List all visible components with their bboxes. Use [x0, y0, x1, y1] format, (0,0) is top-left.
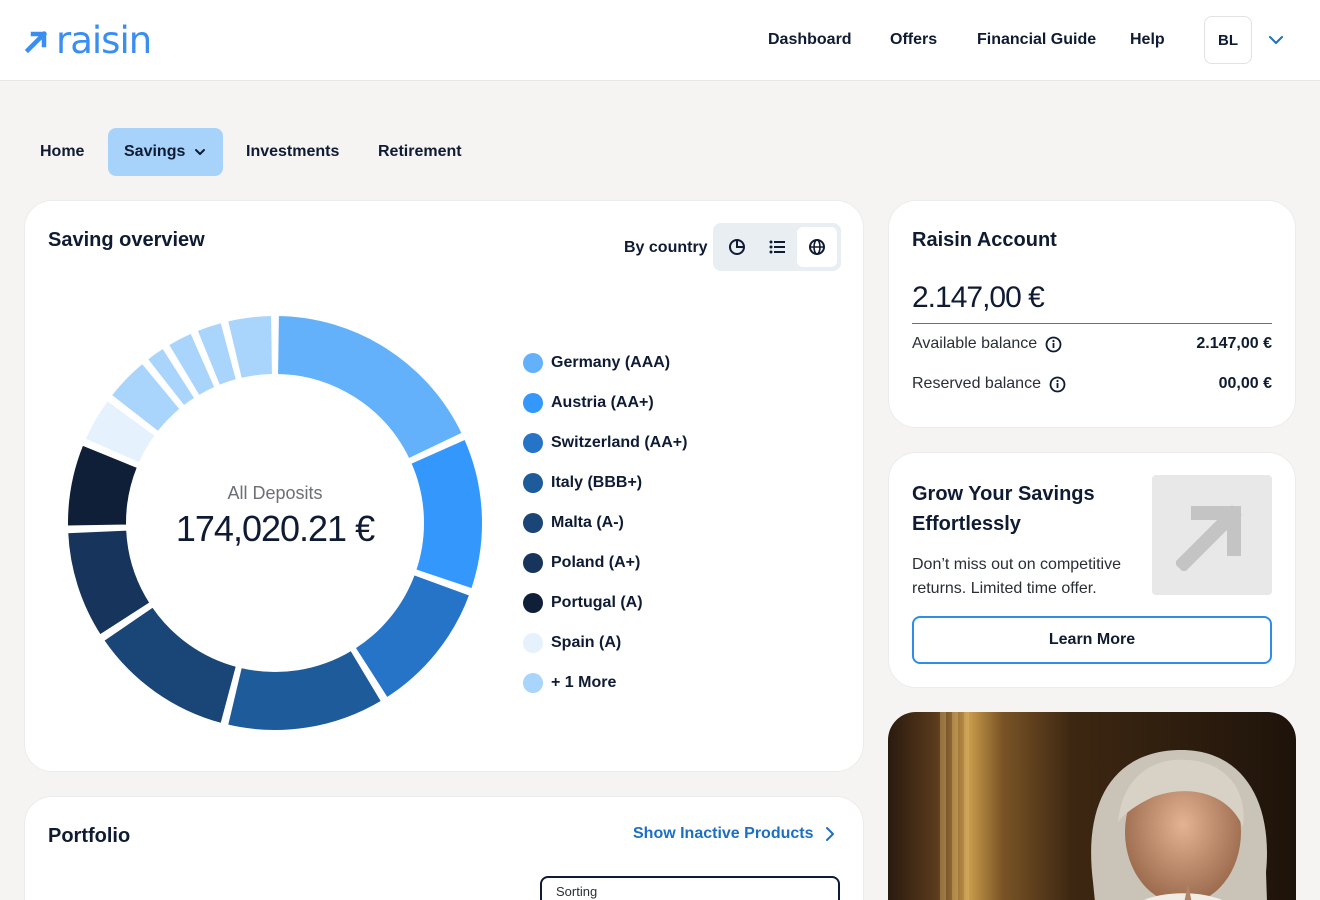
divider	[912, 323, 1272, 324]
nav-offers[interactable]: Offers	[890, 31, 937, 49]
portfolio-title: Portfolio	[48, 825, 131, 847]
promo-card: Grow Your Savings Effortlessly Don’t mis…	[888, 452, 1296, 688]
raisin-account-card: Raisin Account 2.147,00 € Available bala…	[888, 200, 1296, 428]
legend-label: Italy (BBB+)	[551, 474, 643, 491]
legend-item[interactable]: Italy (BBB+)	[523, 472, 642, 494]
legend-item[interactable]: Austria (AA+)	[523, 392, 654, 414]
learn-more-button[interactable]: Learn More	[912, 616, 1272, 664]
available-balance-label-group: Available balance	[912, 335, 1062, 353]
legend-item[interactable]: Spain (A)	[523, 632, 621, 654]
available-balance-label: Available balance	[912, 335, 1038, 352]
account-chevron-down-icon[interactable]	[1266, 30, 1286, 50]
donut-center-label: All Deposits	[227, 483, 323, 503]
reserved-balance-value: 00,00 €	[1218, 375, 1272, 392]
tab-savings-label: Savings	[124, 143, 186, 160]
legend-item[interactable]: Germany (AAA)	[523, 352, 670, 374]
raisin-logo[interactable]: raisin	[24, 19, 152, 62]
donut-segment-malta-a[interactable]	[102, 605, 238, 725]
promo-title-line-1: Grow Your Savings	[912, 483, 1095, 505]
donut-segment-austria-aa[interactable]	[409, 437, 484, 591]
woman-portrait-photo	[888, 712, 1296, 900]
raisin-arrow-icon	[24, 30, 48, 54]
legend-label: Austria (AA+)	[551, 394, 654, 411]
tab-savings[interactable]: Savings	[108, 128, 224, 176]
chevron-down-icon	[195, 149, 206, 155]
show-inactive-label: Show Inactive Products	[633, 825, 814, 842]
legend-more-button[interactable]: + 1 More	[523, 672, 616, 694]
show-inactive-products-link[interactable]: Show Inactive Products	[633, 825, 835, 843]
promo-text: Don’t miss out on competitive returns. L…	[912, 556, 1121, 597]
info-icon[interactable]	[1045, 336, 1062, 353]
legend-swatch	[523, 353, 543, 373]
tab-home[interactable]: Home	[40, 128, 84, 176]
logo-wordmark: raisin	[56, 19, 152, 62]
total-deposits-value: 174,020.21 €	[175, 508, 375, 549]
user-avatar-button[interactable]: BL	[1204, 16, 1252, 64]
donut-segment-germany-aaa[interactable]	[276, 314, 464, 461]
available-balance-row: Available balance 2.147,00 €	[912, 335, 1272, 353]
view-mode-toggle	[713, 223, 841, 271]
promo-title-line-2: Effortlessly	[912, 513, 1021, 535]
reserved-balance-label-group: Reserved balance	[912, 375, 1066, 393]
legend-item[interactable]: Poland (A+)	[523, 552, 640, 574]
tab-investments[interactable]: Investments	[246, 128, 339, 176]
legend-swatch	[523, 673, 543, 693]
legend-swatch	[523, 433, 543, 453]
legend-item[interactable]: Switzerland (AA+)	[523, 432, 687, 454]
pie-chart-icon	[729, 239, 745, 255]
legend-swatch	[523, 473, 543, 493]
legend-swatch	[523, 593, 543, 613]
saving-overview-title: Saving overview	[48, 229, 205, 251]
legend-label: Switzerland (AA+)	[551, 434, 688, 451]
legend-item[interactable]: Portugal (A)	[523, 592, 643, 614]
pie-view-button[interactable]	[717, 227, 757, 267]
donut-segment-italy-bbb[interactable]	[226, 648, 384, 732]
reserved-balance-label: Reserved balance	[912, 375, 1041, 392]
list-view-button[interactable]	[757, 227, 797, 267]
group-by-label: By country	[624, 239, 708, 256]
promo-image	[1152, 475, 1272, 595]
advisor-photo-card	[888, 712, 1296, 900]
legend-label: + 1 More	[551, 674, 617, 691]
donut-segment-switzerland-aa[interactable]	[353, 573, 472, 700]
saving-overview-card: Saving overview By country All Deposits …	[24, 200, 864, 772]
legend-label: Portugal (A)	[551, 594, 643, 611]
legend-swatch	[523, 633, 543, 653]
nav-dashboard[interactable]: Dashboard	[768, 31, 852, 49]
sorting-label: Sorting	[556, 884, 598, 899]
reserved-balance-row: Reserved balance 00,00 €	[912, 375, 1272, 393]
promo-title: Grow Your Savings Effortlessly	[912, 479, 1095, 539]
legend-swatch	[523, 393, 543, 413]
globe-view-button[interactable]	[797, 227, 837, 267]
legend-swatch	[523, 553, 543, 573]
nav-financial-guide[interactable]: Financial Guide	[977, 31, 1096, 49]
top-navigation-bar: raisin Dashboard Offers Financial Guide …	[0, 0, 1320, 81]
raisin-arrow-icon	[1176, 505, 1242, 571]
legend-label: Poland (A+)	[551, 554, 641, 571]
tab-retirement-label: Retirement	[378, 143, 462, 160]
legend-label: Malta (A-)	[551, 514, 624, 531]
globe-icon	[809, 239, 825, 255]
nav-help[interactable]: Help	[1130, 31, 1165, 49]
account-balance: 2.147,00 €	[912, 281, 1045, 314]
info-icon[interactable]	[1049, 376, 1066, 393]
legend-label: Germany (AAA)	[551, 354, 671, 371]
sorting-select[interactable]: Sorting	[540, 876, 840, 900]
donut-center: All Deposits 174,020.21 €	[165, 483, 385, 550]
tab-home-label: Home	[40, 143, 85, 160]
legend-item[interactable]: Malta (A-)	[523, 512, 624, 534]
available-balance-value: 2.147,00 €	[1196, 335, 1272, 352]
portfolio-card: Portfolio Show Inactive Products Sorting	[24, 796, 864, 900]
legend-label: Spain (A)	[551, 634, 622, 651]
list-icon	[769, 240, 785, 254]
legend-swatch	[523, 513, 543, 533]
account-title: Raisin Account	[912, 229, 1057, 251]
chevron-right-icon	[826, 827, 835, 841]
tab-investments-label: Investments	[246, 143, 340, 160]
tab-retirement[interactable]: Retirement	[378, 128, 462, 176]
